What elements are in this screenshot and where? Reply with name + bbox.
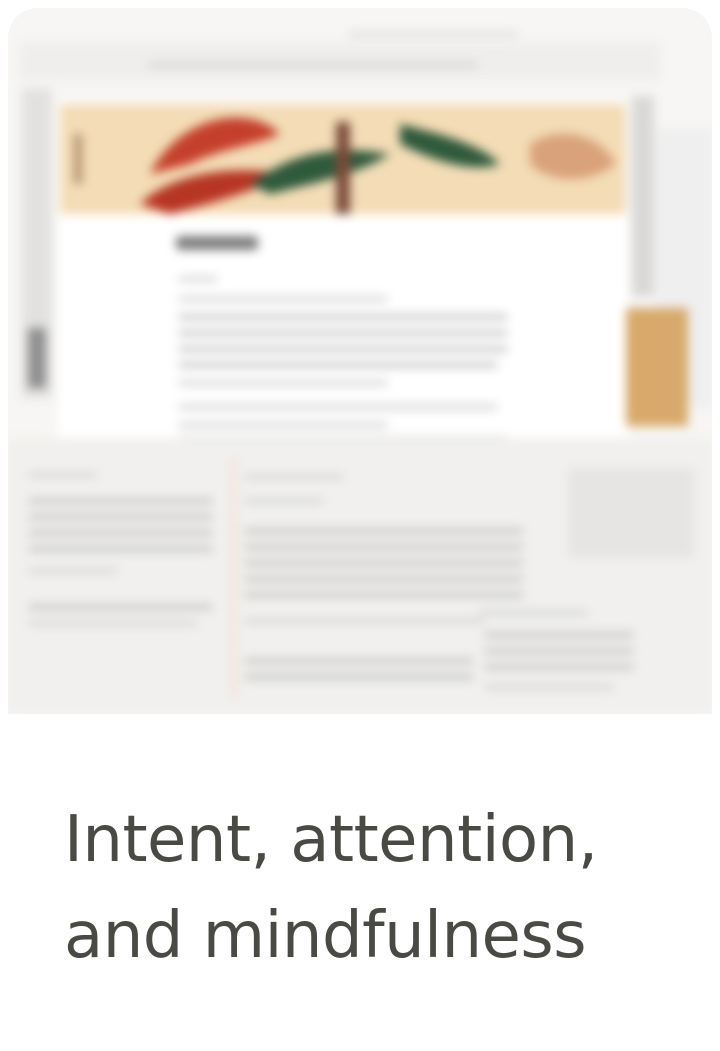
caption-line: and mindfulness: [64, 899, 587, 973]
preview-ruler: [148, 62, 478, 68]
preview-sidebar-handle: [28, 328, 46, 388]
preview-text-line: [178, 362, 498, 368]
preview-column-divider: [232, 458, 236, 698]
preview-image: [8, 8, 712, 714]
preview-text-line: [28, 604, 213, 610]
preview-text-line: [178, 346, 508, 352]
caption-line: Intent, attention,: [64, 803, 598, 877]
preview-text-line: [178, 422, 388, 428]
preview-text-line: [478, 610, 588, 616]
preview-text-line: [244, 592, 524, 598]
preview-text-line: [244, 474, 344, 480]
preview-text-line: [28, 620, 198, 626]
preview-thumbnail: [626, 308, 688, 426]
preview-text-line: [244, 674, 474, 680]
preview-text-line: [28, 498, 213, 504]
preview-right-scrollbar: [632, 96, 654, 296]
preview-text-line: [244, 498, 324, 504]
preview-doc-title: [176, 236, 258, 250]
feature-card[interactable]: [8, 8, 712, 714]
preview-tab-strip: [348, 32, 518, 37]
preview-toolbar: [20, 42, 660, 80]
preview-text-line: [244, 576, 524, 582]
preview-text-line: [244, 544, 524, 550]
preview-text-line: [244, 560, 524, 566]
preview-text-line: [178, 296, 388, 302]
preview-banner-artwork: [60, 104, 626, 214]
preview-text-line: [178, 276, 218, 282]
preview-text-line: [28, 546, 213, 552]
preview-text-line: [484, 664, 634, 670]
preview-text-line: [28, 472, 98, 478]
preview-text-line: [244, 658, 474, 664]
preview-text-line: [484, 684, 614, 690]
preview-text-line: [484, 632, 634, 638]
preview-text-line: [178, 314, 508, 320]
preview-text-line: [244, 618, 484, 624]
banner-artwork-illustration: [60, 104, 626, 214]
preview-text-line: [484, 648, 634, 654]
preview-text-line: [244, 528, 524, 534]
preview-text-line: [178, 380, 388, 386]
preview-text-line: [28, 514, 213, 520]
card-caption: Intent, attention, and mindfulness: [64, 792, 664, 984]
preview-text-line: [28, 530, 213, 536]
preview-text-line: [178, 330, 508, 336]
preview-text-line: [178, 404, 498, 410]
preview-text-line: [28, 568, 118, 574]
preview-comment-box: [568, 468, 694, 558]
